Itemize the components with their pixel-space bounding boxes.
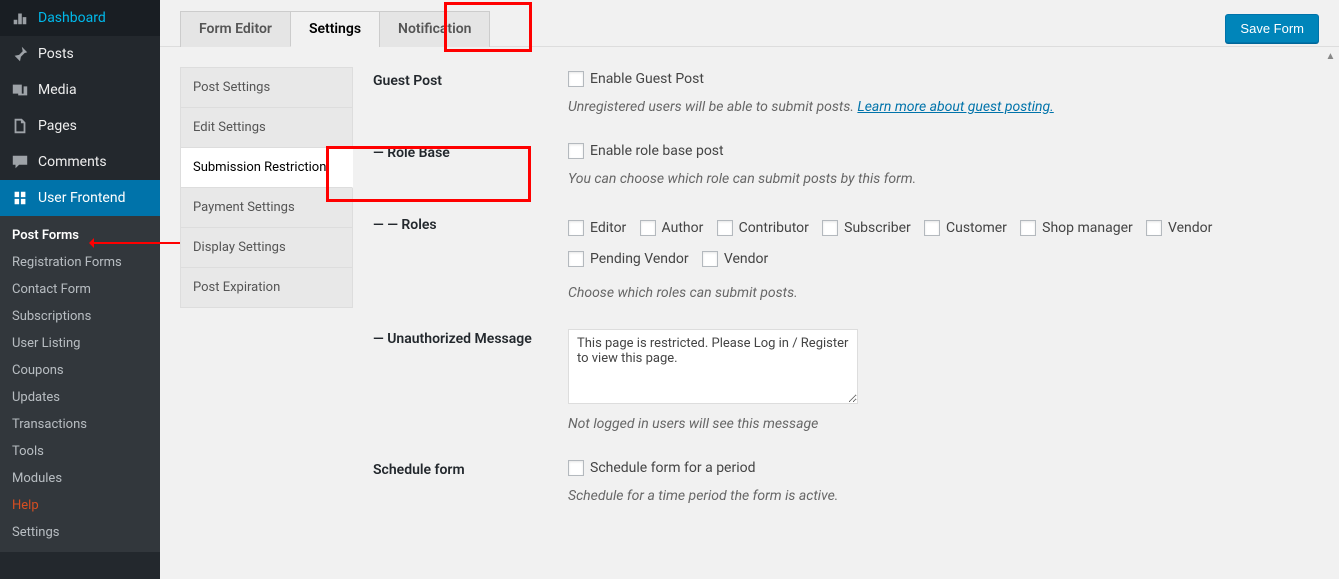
menu-pages[interactable]: Pages bbox=[0, 108, 160, 144]
media-icon bbox=[10, 80, 30, 100]
checkbox-guest-post[interactable] bbox=[568, 71, 584, 87]
scrollbar[interactable]: ▲ bbox=[1322, 48, 1339, 579]
checkbox-role-contributor[interactable] bbox=[717, 220, 733, 236]
pin-icon bbox=[10, 44, 30, 64]
submenu-help[interactable]: Help bbox=[0, 492, 160, 519]
pages-icon bbox=[10, 116, 30, 136]
submenu-subscriptions[interactable]: Subscriptions bbox=[0, 303, 160, 330]
checkbox-role-customer[interactable] bbox=[924, 220, 940, 236]
menu-dashboard[interactable]: Dashboard bbox=[0, 0, 160, 36]
label-schedule-form: Schedule form bbox=[373, 460, 568, 504]
row-unauthorized-message: — Unauthorized Message Not logged in use… bbox=[373, 329, 1319, 432]
submenu-settings[interactable]: Settings bbox=[0, 519, 160, 546]
menu-label: Posts bbox=[38, 46, 74, 62]
tab-form-editor[interactable]: Form Editor bbox=[180, 11, 291, 47]
menu-posts[interactable]: Posts bbox=[0, 36, 160, 72]
menu-comments[interactable]: Comments bbox=[0, 144, 160, 180]
hint-roles: Choose which roles can submit posts. bbox=[568, 285, 1319, 301]
row-role-base: — Role Base Enable role base post You ca… bbox=[373, 143, 1319, 187]
user-frontend-icon bbox=[10, 188, 30, 208]
tab-notification[interactable]: Notification bbox=[379, 11, 490, 47]
checkbox-label: Schedule form for a period bbox=[590, 460, 756, 476]
save-form-button[interactable]: Save Form bbox=[1225, 14, 1319, 43]
checkbox-label: Enable Guest Post bbox=[590, 71, 704, 87]
submenu-modules[interactable]: Modules bbox=[0, 465, 160, 492]
submenu-tools[interactable]: Tools bbox=[0, 438, 160, 465]
admin-sidebar: Dashboard Posts Media Pages Comments Use… bbox=[0, 0, 160, 579]
hint-unauthorized: Not logged in users will see this messag… bbox=[568, 416, 1319, 432]
checkbox-role-editor[interactable] bbox=[568, 220, 584, 236]
checkbox-role-pending-vendor[interactable] bbox=[568, 251, 584, 267]
checkbox-schedule-form[interactable] bbox=[568, 460, 584, 476]
settings-item-submission-restriction[interactable]: Submission Restriction bbox=[180, 147, 353, 188]
comment-icon bbox=[10, 152, 30, 172]
submenu-user-listing[interactable]: User Listing bbox=[0, 330, 160, 357]
row-schedule-form: Schedule form Schedule form for a period… bbox=[373, 460, 1319, 504]
label-role-base: — Role Base bbox=[373, 143, 568, 187]
submenu-post-forms[interactable]: Post Forms bbox=[0, 222, 160, 249]
checkbox-role-subscriber[interactable] bbox=[822, 220, 838, 236]
checkbox-role-vendor[interactable] bbox=[1146, 220, 1162, 236]
topbar: Form Editor Settings Notification Save F… bbox=[160, 0, 1339, 47]
hint-guest-post: Unregistered users will be able to submi… bbox=[568, 99, 1319, 115]
checkbox-label: Enable role base post bbox=[590, 143, 724, 159]
submenu-updates[interactable]: Updates bbox=[0, 384, 160, 411]
red-arrow-annotation bbox=[90, 242, 180, 244]
hint-role-base: You can choose which role can submit pos… bbox=[568, 171, 1319, 187]
settings-item-post-expiration[interactable]: Post Expiration bbox=[180, 267, 353, 308]
settings-item-display-settings[interactable]: Display Settings bbox=[180, 227, 353, 268]
tabs: Form Editor Settings Notification bbox=[180, 10, 489, 46]
submenu-transactions[interactable]: Transactions bbox=[0, 411, 160, 438]
menu-label: Pages bbox=[38, 118, 77, 134]
tab-settings[interactable]: Settings bbox=[290, 11, 380, 47]
menu-label: User Frontend bbox=[38, 190, 125, 206]
menu-label: Media bbox=[38, 82, 77, 98]
dashboard-icon bbox=[10, 8, 30, 28]
menu-label: Comments bbox=[38, 154, 107, 170]
main-content: Form Editor Settings Notification Save F… bbox=[160, 0, 1339, 579]
roles-checkbox-group: Editor Author Contributor Subscriber Cus… bbox=[568, 215, 1319, 277]
label-roles: — — Roles bbox=[373, 215, 568, 301]
submenu-coupons[interactable]: Coupons bbox=[0, 357, 160, 384]
menu-user-frontend[interactable]: User Frontend bbox=[0, 180, 160, 216]
admin-submenu: Post Forms Registration Forms Contact Fo… bbox=[0, 216, 160, 552]
settings-sidebar: Post Settings Edit Settings Submission R… bbox=[180, 67, 353, 559]
unauthorized-message-textarea[interactable] bbox=[568, 329, 858, 404]
scroll-up-icon[interactable]: ▲ bbox=[1322, 48, 1339, 65]
hint-schedule: Schedule for a time period the form is a… bbox=[568, 488, 1319, 504]
label-unauthorized-message: — Unauthorized Message bbox=[373, 329, 568, 432]
checkbox-role-base[interactable] bbox=[568, 143, 584, 159]
checkbox-role-author[interactable] bbox=[640, 220, 656, 236]
checkbox-role-vendor-2[interactable] bbox=[702, 251, 718, 267]
menu-label: Dashboard bbox=[38, 10, 106, 26]
checkbox-role-shop-manager[interactable] bbox=[1020, 220, 1036, 236]
submenu-contact-form[interactable]: Contact Form bbox=[0, 276, 160, 303]
label-guest-post: Guest Post bbox=[373, 71, 568, 115]
settings-item-payment-settings[interactable]: Payment Settings bbox=[180, 187, 353, 228]
settings-item-post-settings[interactable]: Post Settings bbox=[180, 67, 353, 108]
menu-media[interactable]: Media bbox=[0, 72, 160, 108]
settings-item-edit-settings[interactable]: Edit Settings bbox=[180, 107, 353, 148]
submenu-registration-forms[interactable]: Registration Forms bbox=[0, 249, 160, 276]
learn-more-link[interactable]: Learn more about guest posting. bbox=[857, 99, 1053, 115]
row-roles: — — Roles Editor Author Contributor Subs… bbox=[373, 215, 1319, 301]
row-guest-post: Guest Post Enable Guest Post Unregistere… bbox=[373, 71, 1319, 115]
settings-panel: Guest Post Enable Guest Post Unregistere… bbox=[353, 67, 1319, 577]
